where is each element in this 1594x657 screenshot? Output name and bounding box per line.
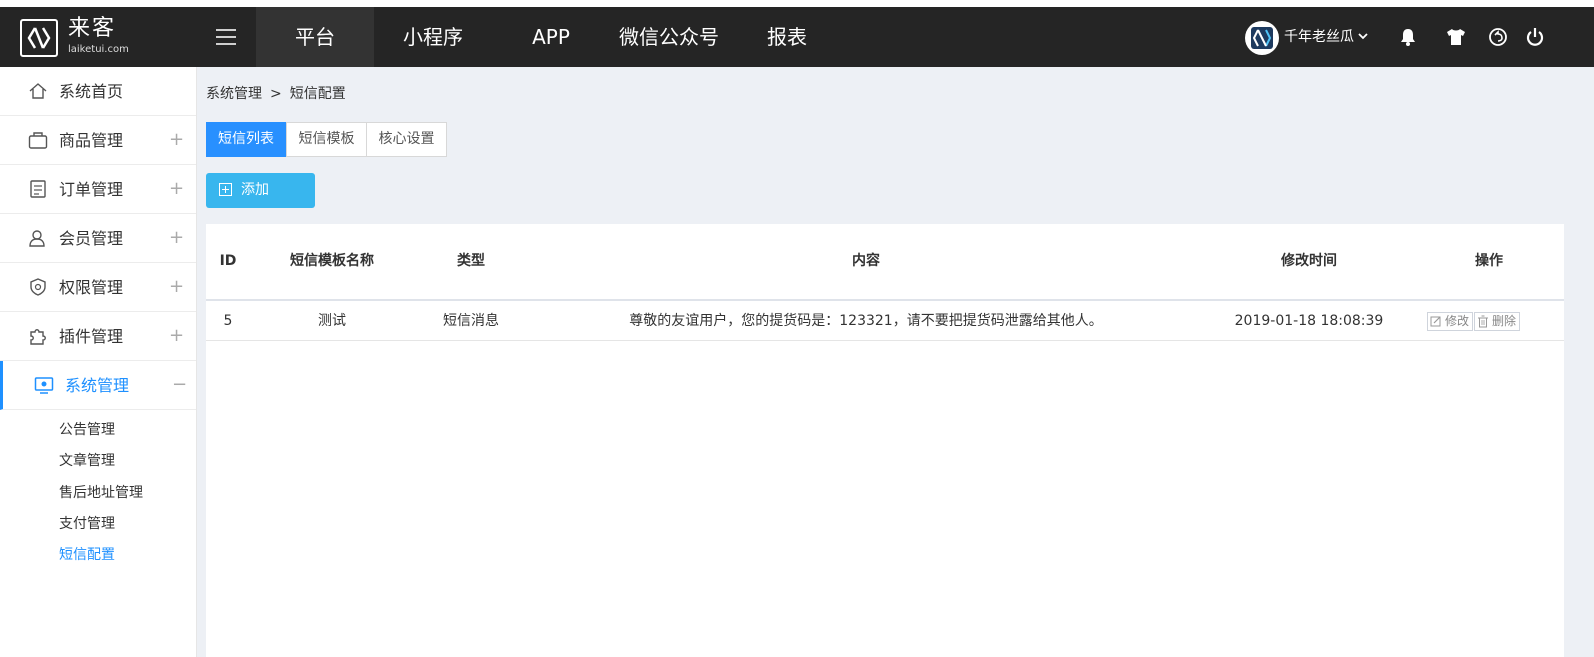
tab-core-settings[interactable]: 核心设置 (366, 122, 447, 157)
bag-icon (28, 132, 48, 149)
sidebar-item-label: 会员管理 (59, 229, 124, 248)
topnav-reports[interactable]: 报表 (728, 7, 846, 67)
tshirt-icon[interactable] (1446, 27, 1466, 47)
sidebar-item-plugins[interactable]: 插件管理 + (0, 312, 196, 361)
edit-button[interactable]: 修改 (1427, 312, 1474, 331)
topnav-platform[interactable]: 平台 (256, 7, 374, 67)
column-header-type: 类型 (457, 253, 485, 269)
brand-name: 来客 (68, 16, 117, 41)
delete-button[interactable]: 删除 (1474, 312, 1521, 331)
undo-icon[interactable] (1488, 27, 1508, 47)
topnav-mini-program[interactable]: 小程序 (374, 7, 492, 67)
expand-icon[interactable]: + (169, 165, 184, 213)
sidebar-item-members[interactable]: 会员管理 + (0, 214, 196, 263)
sidebar-item-label: 商品管理 (59, 131, 124, 150)
sidebar-item-system[interactable]: 系统管理 − (0, 361, 196, 410)
column-header-template-name: 短信模板名称 (290, 253, 374, 269)
edit-button-label: 修改 (1445, 314, 1470, 328)
sidebar-item-permissions[interactable]: 权限管理 + (0, 263, 196, 312)
main-content: 系统管理 > 短信配置 短信列表 短信模板 核心设置 添加 ID 短信模板名称 类型… (197, 67, 1594, 657)
topnav-wechat-official[interactable]: 微信公众号 (610, 7, 728, 67)
sidebar-subitem-sms-config[interactable]: 短信配置 (59, 545, 115, 565)
column-header-modified: 修改时间 (1281, 253, 1337, 269)
sidebar-subitem-aftersale-address[interactable]: 售后地址管理 (59, 483, 143, 503)
cell-template-name: 测试 (318, 313, 346, 329)
top-bar: 来客 laiketui.com 平台 小程序 APP 微信公众号 报表 千年老丝… (0, 7, 1594, 67)
topnav-app[interactable]: APP (492, 7, 610, 67)
cell-modified: 2019-01-18 18:08:39 (1234, 313, 1384, 329)
tab-sms-templates[interactable]: 短信模板 (286, 122, 367, 157)
tab-sms-list[interactable]: 短信列表 (206, 122, 286, 157)
cell-id: 5 (223, 313, 233, 329)
column-header-actions: 操作 (1475, 253, 1503, 269)
sidebar-item-products[interactable]: 商品管理 + (0, 116, 196, 165)
collapse-icon[interactable]: − (172, 361, 187, 409)
sms-table: ID 短信模板名称 类型 内容 修改时间 操作 5 测试 短信消息 尊敬的友谊用… (206, 224, 1564, 657)
clipboard-icon (30, 180, 46, 198)
table-row-divider (206, 340, 1564, 341)
breadcrumb-current: 短信配置 (289, 86, 346, 102)
shield-icon (30, 278, 46, 296)
delete-button-label: 删除 (1492, 314, 1517, 328)
logo-mark-icon (20, 19, 58, 57)
scroll-gutter (1564, 224, 1594, 657)
brand-domain: laiketui.com (68, 44, 129, 55)
sidebar-item-label: 插件管理 (59, 327, 124, 346)
power-icon[interactable] (1525, 27, 1545, 47)
add-button-label: 添加 (241, 182, 269, 198)
sidebar-item-home[interactable]: 系统首页 (0, 67, 196, 116)
chevron-down-icon[interactable] (1357, 30, 1369, 42)
expand-icon[interactable]: + (169, 116, 184, 164)
expand-icon[interactable]: + (169, 214, 184, 262)
username[interactable]: 千年老丝瓜 (1284, 7, 1354, 67)
cell-type: 短信消息 (443, 313, 499, 329)
sidebar-subitem-notices[interactable]: 公告管理 (59, 420, 115, 440)
expand-icon[interactable]: + (169, 312, 184, 360)
column-header-id: ID (219, 253, 237, 269)
sidebar-item-orders[interactable]: 订单管理 + (0, 165, 196, 214)
sidebar-item-label: 订单管理 (59, 180, 124, 199)
user-icon (29, 230, 45, 247)
brand-logo[interactable]: 来客 laiketui.com (20, 15, 160, 59)
puzzle-icon (30, 329, 46, 345)
breadcrumb-separator: > (270, 86, 282, 102)
avatar[interactable] (1245, 21, 1279, 55)
sidebar-item-label: 系统管理 (65, 376, 130, 395)
sidebar: 系统首页 商品管理 + 订单管理 + 会员管理 + 权限管理 + 插件管理 + … (0, 67, 197, 657)
cell-content: 尊敬的友谊用户，您的提货码是：123321，请不要把提货码泄露给其他人。 (629, 313, 1103, 329)
edit-icon (1430, 316, 1441, 327)
bell-icon[interactable] (1398, 27, 1418, 47)
breadcrumb: 系统管理 > 短信配置 (206, 84, 346, 104)
monitor-icon (34, 377, 54, 394)
plus-square-icon (219, 183, 232, 196)
trash-icon (1478, 315, 1488, 328)
sidebar-item-label: 系统首页 (59, 82, 124, 101)
sidebar-subitem-payment[interactable]: 支付管理 (59, 514, 115, 534)
sidebar-subitem-articles[interactable]: 文章管理 (59, 451, 115, 471)
breadcrumb-parent[interactable]: 系统管理 (206, 86, 262, 102)
column-header-content: 内容 (852, 253, 880, 269)
home-icon (29, 83, 47, 99)
menu-icon[interactable] (210, 22, 242, 52)
top-strip (0, 0, 1594, 7)
add-button[interactable]: 添加 (206, 173, 315, 208)
expand-icon[interactable]: + (169, 263, 184, 311)
sidebar-item-label: 权限管理 (59, 278, 124, 297)
